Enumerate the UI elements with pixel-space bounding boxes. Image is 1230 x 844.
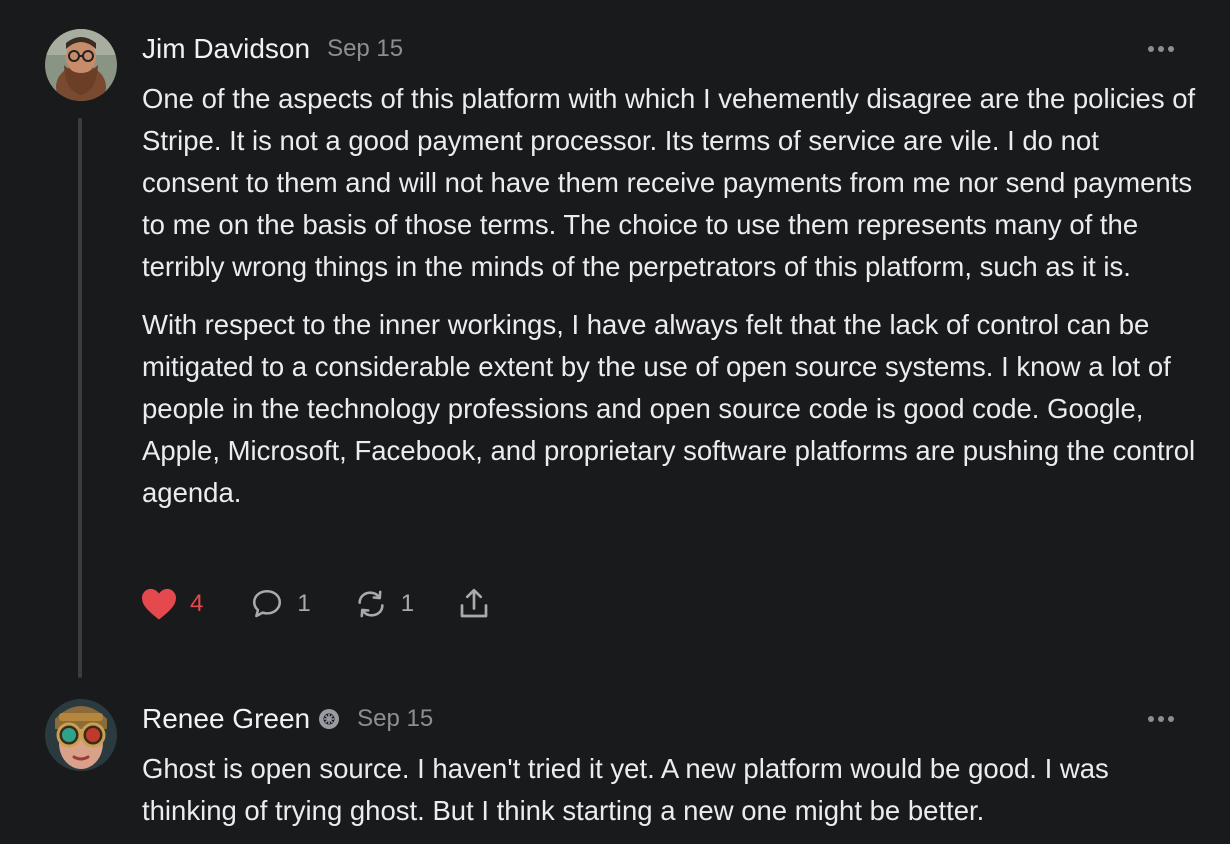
author-avatar[interactable] [45,29,117,101]
steampunk-goggles-avatar-icon [45,699,117,771]
comment-date[interactable]: Sep 15 [327,35,403,63]
comment-paragraph: With respect to the inner workings, I ha… [142,309,1196,508]
like-count: 4 [190,590,204,617]
comment-date[interactable]: Sep 15 [357,705,433,733]
like-button[interactable]: 4 [140,587,203,621]
more-options-button[interactable] [1144,707,1178,731]
reply-count: 1 [297,590,311,617]
comment-header: Jim Davidson Sep 15 [142,31,403,67]
repeat-icon [358,590,384,618]
comment-header: Renee Green Sep 15 [142,701,433,737]
author-avatar[interactable] [45,699,117,771]
thread-line [78,118,82,678]
comment-actions: 4 1 1 [140,583,492,625]
comment-paragraph: One of the aspects of this platform with… [142,83,1196,282]
ellipsis-icon [1148,46,1174,52]
more-options-button[interactable] [1144,37,1178,61]
comment-thread: Jim Davidson Sep 15 One of the aspects o… [0,0,1230,844]
restack-button[interactable]: 1 [353,587,414,621]
share-button[interactable] [456,586,492,622]
speech-bubble-icon [253,589,282,618]
author-name[interactable]: Renee Green [142,703,310,735]
bearded-man-avatar-icon [45,29,117,101]
comment-body: One of the aspects of this platform with… [142,78,1202,530]
comment-paragraph: Ghost is open source. I haven't tried it… [142,753,1109,826]
ellipsis-icon [1148,716,1174,722]
share-icon [460,588,488,618]
author-name[interactable]: Jim Davidson [142,33,310,65]
comment-body: Ghost is open source. I haven't tried it… [142,748,1202,844]
badge-icon [319,709,340,729]
reply-button[interactable]: 1 [249,587,311,621]
heart-icon [142,588,176,620]
restack-count: 1 [400,590,415,617]
